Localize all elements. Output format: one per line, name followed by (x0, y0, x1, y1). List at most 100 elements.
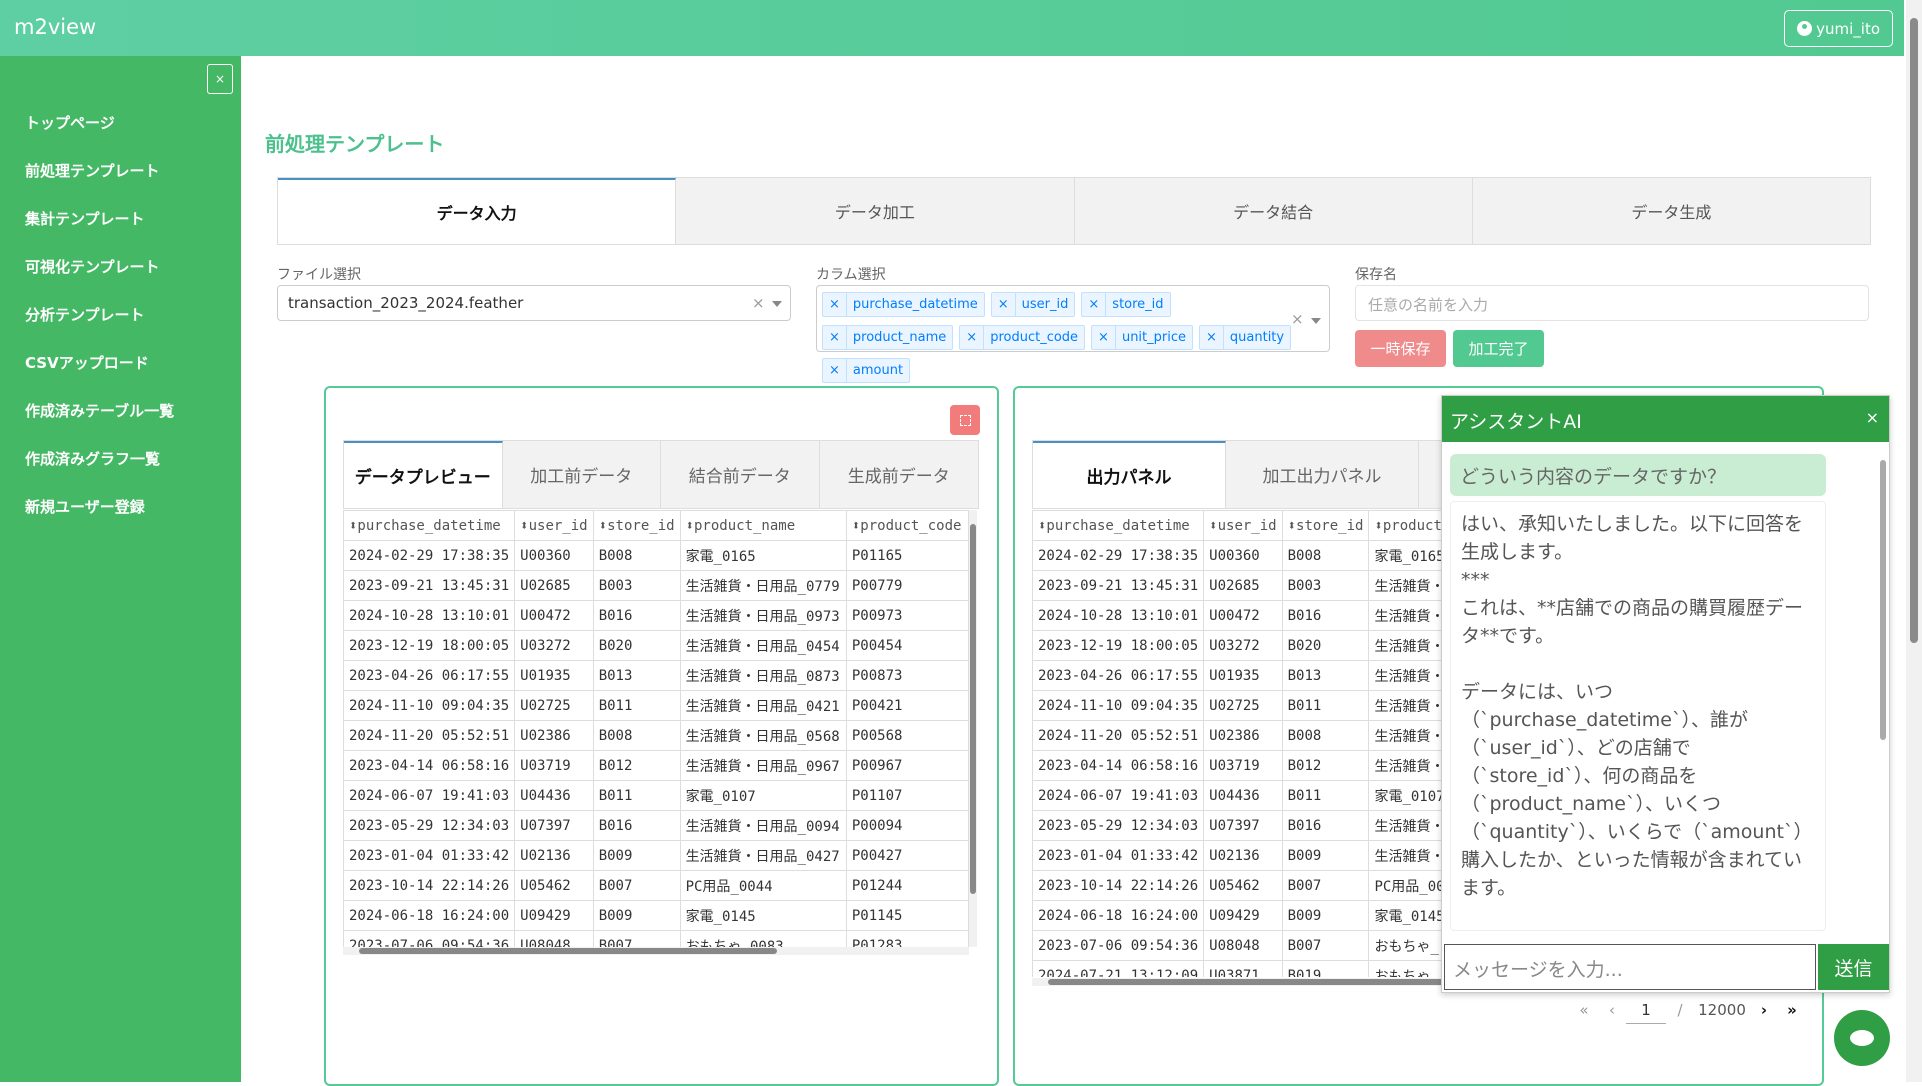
column-header[interactable]: ⬍product_code (845, 510, 969, 541)
table-row[interactable]: 2023-04-14 06:58:16 U03719 B012 生活雑貨・日用品_09… (343, 750, 969, 781)
table-row[interactable]: 2023-04-14 06:58:16 U03719 B012 生活雑貨・ (1032, 750, 1452, 781)
temp-save-button[interactable]: 一時保存 (1355, 330, 1446, 367)
sidebar-item-preprocess[interactable]: 前処理テンプレート (25, 160, 160, 181)
clear-icon[interactable]: × (752, 294, 765, 312)
clear-icon[interactable]: × (1291, 310, 1304, 328)
tab-process-output-panel[interactable]: 加工出力パネル (1226, 441, 1419, 508)
column-header[interactable]: ⬍purchase_datetime (1032, 510, 1205, 541)
remove-chip-icon[interactable]: × (992, 293, 1016, 316)
column-chip[interactable]: × amount (822, 358, 911, 383)
message-input[interactable]: メッセージを入力... (1444, 944, 1816, 990)
remove-chip-icon[interactable]: × (823, 359, 847, 382)
sidebar-item-top[interactable]: トップページ (25, 112, 115, 133)
remove-chip-icon[interactable]: × (1092, 326, 1116, 349)
column-chip[interactable]: × user_id (990, 292, 1076, 317)
table-row[interactable]: 2024-11-20 05:52:51 U02386 B008 生活雑貨・ (1032, 720, 1452, 751)
table-row[interactable]: 2023-04-26 06:17:55 U01935 B013 生活雑貨・ (1032, 660, 1452, 691)
column-chip[interactable]: × product_name (822, 325, 954, 350)
table-row[interactable]: 2023-07-06 09:54:36 U08048 B007 おもちゃ_0083 P0… (343, 930, 969, 947)
table-row[interactable]: 2024-06-07 19:41:03 U04436 B011 家電_0107 P011… (343, 780, 969, 811)
tab-data-generate[interactable]: データ生成 (1473, 178, 1870, 244)
table-row[interactable]: 2024-06-18 16:24:00 U09429 B009 家電_0145 (1032, 900, 1452, 931)
table-row[interactable]: 2024-02-29 17:38:35 U00360 B008 家電_0165 P011… (343, 540, 969, 571)
table-row[interactable]: 2023-12-19 18:00:05 U03272 B020 生活雑貨・日用品_04… (343, 630, 969, 661)
tab-data-process[interactable]: データ加工 (676, 178, 1075, 244)
column-chip[interactable]: × store_id (1081, 292, 1171, 317)
tab-output-panel[interactable]: 出力パネル (1033, 441, 1226, 508)
send-button[interactable]: 送信 (1818, 944, 1889, 990)
column-header[interactable]: ⬍user_id (514, 510, 594, 541)
remove-chip-icon[interactable]: × (823, 293, 847, 316)
remove-chip-icon[interactable]: × (823, 326, 847, 349)
table-row[interactable]: 2024-11-10 09:04:35 U02725 B011 生活雑貨・ (1032, 690, 1452, 721)
table-row[interactable]: 2024-06-18 16:24:00 U09429 B009 家電_0145 P011… (343, 900, 969, 931)
save-name-input[interactable]: 任意の名前を入力 (1355, 285, 1869, 321)
sidebar-item-visualize[interactable]: 可視化テンプレート (25, 256, 160, 277)
chevron-down-icon[interactable] (1311, 318, 1321, 324)
sidebar-item-register[interactable]: 新規ユーザー登録 (25, 496, 145, 517)
last-page-button[interactable]: » (1778, 996, 1806, 1024)
sidebar-close-button[interactable]: × (207, 64, 233, 94)
tab-before-join[interactable]: 結合前データ (661, 441, 820, 508)
column-header[interactable]: ⬍store_id (1281, 510, 1370, 541)
column-chip[interactable]: × product_code (959, 325, 1086, 350)
vertical-scrollbar[interactable] (969, 510, 977, 947)
table-row[interactable]: 2024-07-21 13:12:09 U03871 B019 おもちゃ_( (1032, 960, 1452, 977)
sidebar-item-csv-upload[interactable]: CSVアップロード (25, 352, 149, 373)
table-row[interactable]: 2023-09-21 13:45:31 U02685 B003 生活雑貨・ (1032, 570, 1452, 601)
remove-chip-icon[interactable]: × (960, 326, 985, 349)
table-cell: U08048 (514, 930, 594, 947)
sidebar-item-graphs[interactable]: 作成済みグラフ一覧 (25, 448, 160, 469)
column-header[interactable]: ⬍user_id (1203, 510, 1283, 541)
table-row[interactable]: 2023-01-04 01:33:42 U02136 B009 生活雑貨・日用品_04… (343, 840, 969, 871)
next-page-button[interactable]: › (1750, 996, 1778, 1024)
table-row[interactable]: 2023-09-21 13:45:31 U02685 B003 生活雑貨・日用品_07… (343, 570, 969, 601)
chat-scrollbar[interactable] (1879, 448, 1887, 938)
tab-before-process[interactable]: 加工前データ (503, 441, 661, 508)
page-number-input[interactable]: 1 (1626, 996, 1666, 1024)
table-row[interactable]: 2024-06-07 19:41:03 U04436 B011 家電_0107 (1032, 780, 1452, 811)
column-chip[interactable]: × unit_price (1091, 325, 1193, 350)
tab-data-input[interactable]: データ入力 (278, 178, 677, 244)
file-select[interactable]: transaction_2023_2024.feather × (277, 285, 791, 321)
remove-chip-icon[interactable]: × (1082, 293, 1107, 316)
table-row[interactable]: 2023-07-06 09:54:36 U08048 B007 おもちゃ_( (1032, 930, 1452, 961)
column-chip[interactable]: × quantity (1199, 325, 1292, 350)
expand-icon[interactable] (950, 405, 980, 435)
column-multiselect[interactable]: × purchase_datetime × user_id × store_id × p… (816, 285, 1330, 383)
horizontal-scrollbar[interactable] (343, 947, 969, 955)
remove-chip-icon[interactable]: × (1200, 326, 1224, 349)
column-header[interactable]: ⬍product_name (679, 510, 847, 541)
sidebar-item-analysis[interactable]: 分析テンプレート (25, 304, 145, 325)
table-row[interactable]: 2024-02-29 17:38:35 U00360 B008 家電_0165 (1032, 540, 1452, 571)
sidebar-item-aggregate[interactable]: 集計テンプレート (25, 208, 145, 229)
table-row[interactable]: 2023-04-26 06:17:55 U01935 B013 生活雑貨・日用品_08… (343, 660, 969, 691)
first-page-button[interactable]: « (1570, 996, 1598, 1024)
close-icon[interactable]: × (1866, 408, 1879, 427)
table-row[interactable]: 2023-05-29 12:34:03 U07397 B016 生活雑貨・日用品_00… (343, 810, 969, 841)
tab-data-preview[interactable]: データプレビュー (344, 441, 503, 508)
sidebar-item-tables[interactable]: 作成済みテーブル一覧 (25, 400, 174, 421)
tab-data-join[interactable]: データ結合 (1075, 178, 1473, 244)
table-row[interactable]: 2023-10-14 22:14:26 U05462 B007 PC用品_0044 P0… (343, 870, 969, 901)
column-header[interactable]: ⬍product_ (1368, 510, 1452, 541)
prev-page-button[interactable]: ‹ (1598, 996, 1626, 1024)
tab-before-generate[interactable]: 生成前データ (820, 441, 979, 508)
table-row[interactable]: 2024-10-28 13:10:01 U00472 B016 生活雑貨・日用品_09… (343, 600, 969, 631)
table-row[interactable]: 2024-11-10 09:04:35 U02725 B011 生活雑貨・日用品_04… (343, 690, 969, 721)
column-chip[interactable]: × purchase_datetime (822, 292, 985, 317)
table-row[interactable]: 2023-10-14 22:14:26 U05462 B007 PC用品_004 (1032, 870, 1452, 901)
page-scrollbar[interactable] (1906, 0, 1922, 1082)
table-row[interactable]: 2024-11-20 05:52:51 U02386 B008 生活雑貨・日用品_05… (343, 720, 969, 751)
user-menu-button[interactable]: yumi_ito (1784, 10, 1893, 47)
column-header[interactable]: ⬍purchase_datetime (343, 510, 516, 541)
table-row[interactable]: 2023-01-04 01:33:42 U02136 B009 生活雑貨・ (1032, 840, 1452, 871)
table-row[interactable]: 2024-10-28 13:10:01 U00472 B016 生活雑貨・ (1032, 600, 1452, 631)
table-row[interactable]: 2023-12-19 18:00:05 U03272 B020 生活雑貨・ (1032, 630, 1452, 661)
table-row[interactable]: 2023-05-29 12:34:03 U07397 B016 生活雑貨・ (1032, 810, 1452, 841)
process-done-button[interactable]: 加工完了 (1453, 330, 1544, 367)
chat-bubble-icon[interactable] (1834, 1010, 1890, 1066)
column-header[interactable]: ⬍store_id (592, 510, 681, 541)
chevron-down-icon[interactable] (772, 301, 782, 307)
brand-logo[interactable]: m2view (14, 15, 96, 39)
